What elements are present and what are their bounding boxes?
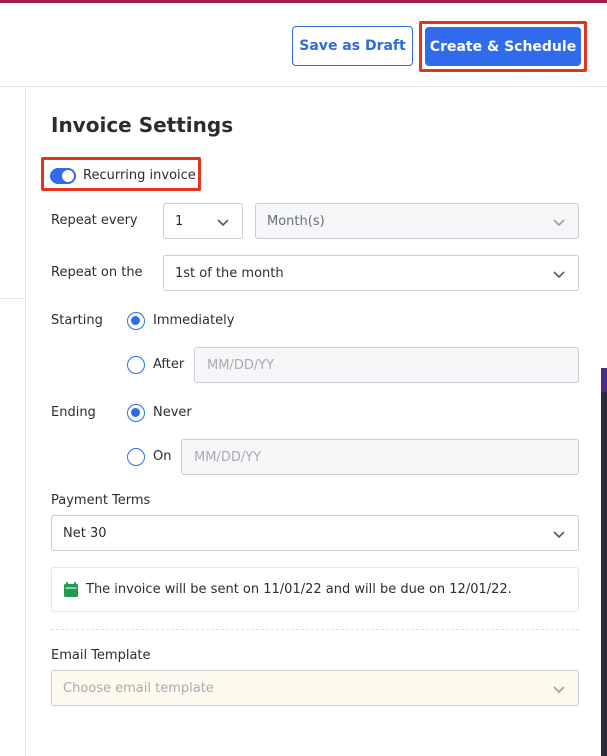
page-title: Invoice Settings — [51, 113, 234, 137]
payment-terms-value: Net 30 — [63, 525, 107, 541]
repeat-unit-value: Month(s) — [267, 213, 325, 229]
notice-text: The invoice will be sent on 11/01/22 and… — [86, 582, 512, 597]
email-template-select[interactable]: Choose email template — [51, 670, 579, 706]
ending-label: Ending — [51, 405, 96, 420]
left-panel-divider — [0, 298, 26, 299]
starting-after-label: After — [153, 357, 185, 372]
left-panel — [0, 88, 26, 756]
repeat-on-value: 1st of the month — [175, 265, 284, 281]
right-edge-accent — [601, 368, 607, 392]
ending-never-label: Never — [153, 405, 192, 420]
repeat-every-label: Repeat every — [51, 213, 138, 228]
starting-immediately-label: Immediately — [153, 313, 235, 328]
recurring-label: Recurring invoice — [83, 168, 196, 183]
ending-date-placeholder: MM/DD/YY — [194, 449, 262, 465]
email-template-label: Email Template — [51, 648, 151, 663]
starting-immediately-radio[interactable] — [127, 312, 145, 330]
chevron-down-icon — [553, 531, 565, 539]
chevron-down-icon — [553, 686, 565, 694]
payment-terms-label: Payment Terms — [51, 493, 151, 508]
chevron-down-icon — [553, 219, 565, 227]
ending-never-radio[interactable] — [127, 404, 145, 422]
repeat-every-value: 1 — [175, 213, 184, 229]
right-edge-panel — [601, 368, 607, 756]
repeat-on-label: Repeat on the — [51, 265, 143, 280]
toggle-knob — [62, 170, 74, 182]
create-schedule-button[interactable]: Create & Schedule — [425, 27, 581, 66]
ending-date-input[interactable]: MM/DD/YY — [181, 439, 579, 475]
calendar-icon — [64, 582, 78, 597]
recurring-toggle[interactable] — [50, 168, 76, 184]
chevron-down-icon — [553, 271, 565, 279]
repeat-on-select[interactable]: 1st of the month — [163, 255, 579, 291]
schedule-notice: The invoice will be sent on 11/01/22 and… — [51, 567, 579, 612]
header: Save as Draft Create & Schedule — [0, 3, 607, 87]
save-as-draft-button[interactable]: Save as Draft — [292, 26, 413, 66]
payment-terms-select[interactable]: Net 30 — [51, 515, 579, 551]
email-template-placeholder: Choose email template — [63, 680, 214, 696]
starting-date-input[interactable]: MM/DD/YY — [194, 347, 579, 383]
ending-on-radio[interactable] — [127, 448, 145, 466]
repeat-every-select[interactable]: 1 — [163, 203, 243, 239]
repeat-unit-select[interactable]: Month(s) — [255, 203, 579, 239]
ending-on-label: On — [153, 449, 172, 464]
starting-after-radio[interactable] — [127, 356, 145, 374]
starting-date-placeholder: MM/DD/YY — [207, 357, 275, 373]
chevron-down-icon — [217, 219, 229, 227]
section-divider — [51, 629, 579, 630]
starting-label: Starting — [51, 313, 103, 328]
